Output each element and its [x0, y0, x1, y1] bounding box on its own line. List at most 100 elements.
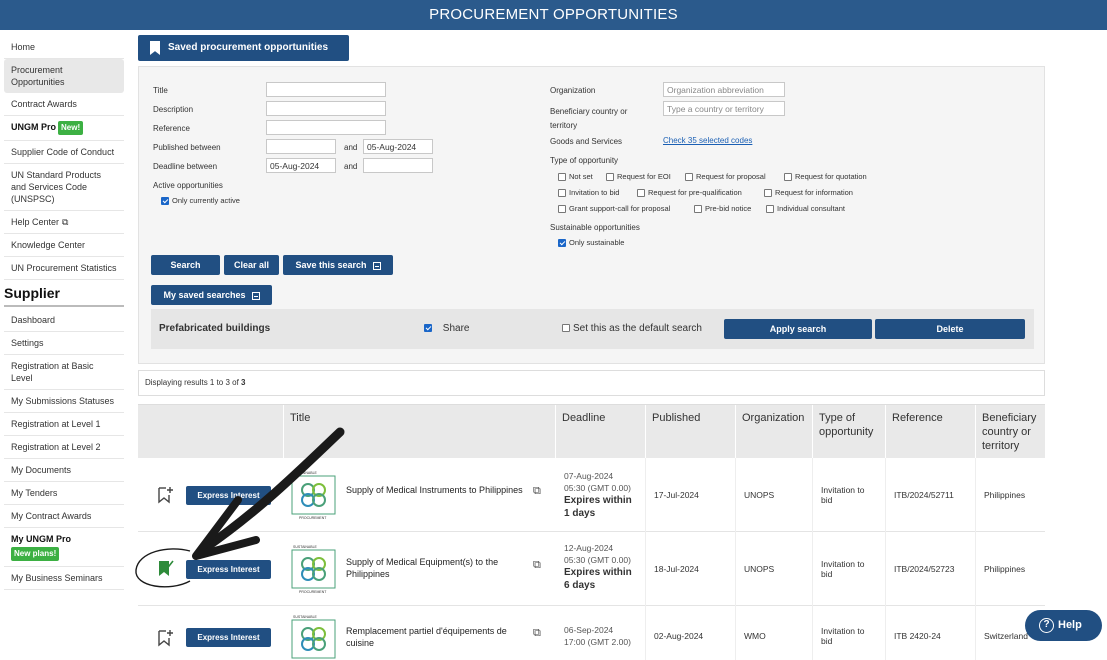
saved-search-row: Prefabricated buildings Share Set this a…: [151, 309, 1034, 349]
sidebar-item-contract-awards[interactable]: Contract Awards: [4, 93, 124, 116]
type-option[interactable]: Request for quotation: [784, 172, 867, 182]
organization-cell: WMO: [735, 606, 812, 660]
sidebar-item-label: UN Procurement Statistics: [11, 263, 117, 273]
type-option[interactable]: Pre-bid notice: [694, 204, 751, 214]
sidebar-item-dashboard[interactable]: Dashboard: [4, 309, 124, 332]
reference-cell: ITB/2024/52723: [885, 532, 975, 606]
checkbox-checked-icon: [161, 197, 169, 206]
published-cell: 02-Aug-2024: [645, 606, 735, 660]
sidebar-item-settings[interactable]: Settings: [4, 332, 124, 355]
deadline-date: 07-Aug-2024: [564, 471, 614, 481]
type-option[interactable]: Individual consultant: [766, 204, 845, 214]
question-icon: ?: [1039, 618, 1054, 633]
sidebar-item-procurement-opportunities[interactable]: Procurement Opportunities: [4, 59, 124, 93]
checkbox-icon: [558, 173, 566, 182]
type-option[interactable]: Request for pre-qualification: [637, 188, 742, 198]
type-option-label: Request for pre-qualification: [648, 188, 742, 197]
type-option[interactable]: Request for EOI: [606, 172, 671, 182]
sidebar-item-ungm-pro[interactable]: UNGM Pro New!: [4, 116, 124, 141]
opportunity-title-link[interactable]: Supply of Medical Equipment(s) to the Ph…: [346, 556, 526, 580]
title-input[interactable]: [266, 82, 386, 97]
sidebar-item-label: My Tenders: [11, 488, 58, 498]
sidebar-item-contract-awards-mine[interactable]: My Contract Awards: [4, 505, 124, 528]
column-type[interactable]: Type of opportunity: [812, 405, 885, 459]
sidebar-item-tenders[interactable]: My Tenders: [4, 482, 124, 505]
organization-label: Organization: [550, 86, 596, 95]
sidebar-item-business-seminars[interactable]: My Business Seminars: [4, 567, 124, 590]
external-link-icon[interactable]: ⧉: [533, 559, 541, 572]
saved-opportunities-button[interactable]: Saved procurement opportunities: [138, 35, 349, 61]
type-option[interactable]: Not set: [558, 172, 593, 182]
column-country[interactable]: Beneficiary country or territory: [975, 405, 1045, 459]
column-reference[interactable]: Reference: [885, 405, 975, 459]
sidebar-item-knowledge-center[interactable]: Knowledge Center: [4, 234, 124, 257]
sidebar-item-submissions[interactable]: My Submissions Statuses: [4, 390, 124, 413]
opportunity-title-link[interactable]: Remplacement partiel d'équipements de cu…: [346, 625, 526, 649]
organization-input[interactable]: Organization abbreviation: [663, 82, 785, 97]
sidebar-item-label: My Documents: [11, 465, 72, 475]
column-published[interactable]: Published: [645, 405, 735, 459]
sidebar-item-help-center[interactable]: Help Center ⧉: [4, 211, 124, 234]
checkbox-icon: [784, 173, 792, 182]
checkbox-icon: [558, 205, 566, 214]
sidebar-item-my-ungm-pro[interactable]: My UNGM Pro New plans!: [4, 528, 124, 567]
deadline-from-input[interactable]: 05-Aug-2024: [266, 158, 336, 173]
express-interest-button[interactable]: Express Interest: [186, 628, 271, 647]
goods-codes-link[interactable]: Check 35 selected codes: [663, 136, 752, 145]
express-interest-button[interactable]: Express Interest: [186, 486, 271, 505]
external-link-icon[interactable]: ⧉: [533, 485, 541, 498]
published-to-input[interactable]: 05-Aug-2024: [363, 139, 433, 154]
reference-label: Reference: [153, 124, 190, 133]
description-input[interactable]: [266, 101, 386, 116]
table-row: Express Interest SUSTAINABLE PROCUREMENT …: [138, 532, 1045, 606]
help-button[interactable]: ? Help: [1025, 610, 1102, 641]
only-sustainable-checkbox[interactable]: Only sustainable: [558, 238, 624, 248]
sidebar-item-registration-basic[interactable]: Registration at Basic Level: [4, 355, 124, 390]
only-active-checkbox[interactable]: Only currently active: [161, 196, 240, 206]
deadline-to-input[interactable]: [363, 158, 433, 173]
sidebar-item-registration-l1[interactable]: Registration at Level 1: [4, 413, 124, 436]
sidebar-item-supplier-code[interactable]: Supplier Code of Conduct: [4, 141, 124, 164]
sidebar-item-statistics[interactable]: UN Procurement Statistics: [4, 257, 124, 280]
column-deadline[interactable]: Deadline: [555, 405, 645, 459]
reference-input[interactable]: [266, 120, 386, 135]
delete-button[interactable]: Delete: [875, 319, 1025, 339]
type-option[interactable]: Request for proposal: [685, 172, 766, 182]
sidebar-item-documents[interactable]: My Documents: [4, 459, 124, 482]
sidebar-item-unspsc[interactable]: UN Standard Products and Services Code (…: [4, 164, 124, 211]
saved-bookmark-icon[interactable]: [158, 559, 174, 577]
apply-search-button[interactable]: Apply search: [724, 319, 872, 339]
deadline-time: 05:30 (GMT 0.00): [564, 555, 631, 565]
sidebar-item-label: Dashboard: [11, 315, 56, 325]
published-from-input[interactable]: [266, 139, 336, 154]
type-option[interactable]: Request for information: [764, 188, 853, 198]
type-option-label: Not set: [569, 172, 593, 181]
search-button[interactable]: Search: [151, 255, 220, 275]
save-search-button[interactable]: Save this search: [283, 255, 393, 275]
sidebar-item-home[interactable]: Home: [4, 36, 124, 59]
new-badge: New!: [58, 121, 84, 135]
save-bookmark-icon[interactable]: [158, 486, 174, 504]
organization-cell: UNOPS: [735, 458, 812, 532]
clear-all-button[interactable]: Clear all: [224, 255, 279, 275]
save-bookmark-icon[interactable]: [158, 629, 174, 647]
column-title[interactable]: Title: [283, 405, 555, 459]
sidebar-item-label: Settings: [11, 338, 44, 348]
svg-text:SUSTAINABLE: SUSTAINABLE: [293, 615, 318, 619]
type-option-label: Grant support-call for proposal: [569, 204, 671, 213]
column-organization[interactable]: Organization: [735, 405, 812, 459]
default-search-checkbox[interactable]: Set this as the default search: [562, 323, 702, 334]
type-option[interactable]: Grant support-call for proposal: [558, 204, 671, 214]
sustainable-procurement-logo: SUSTAINABLE PROCUREMENT: [291, 470, 337, 520]
express-interest-button[interactable]: Express Interest: [186, 560, 271, 579]
deadline-time: 05:30 (GMT 0.00): [564, 483, 631, 493]
sidebar-item-registration-l2[interactable]: Registration at Level 2: [4, 436, 124, 459]
beneficiary-input[interactable]: Type a country or territory: [663, 101, 785, 116]
type-option[interactable]: Invitation to bid: [558, 188, 619, 198]
opportunity-title-link[interactable]: Supply of Medical Instruments to Philipp…: [346, 484, 526, 496]
external-link-icon[interactable]: ⧉: [533, 627, 541, 640]
saved-search-name: Prefabricated buildings: [159, 323, 271, 334]
expires-text: Expires within 6 days: [564, 567, 632, 591]
my-saved-searches-button[interactable]: My saved searches: [151, 285, 272, 305]
share-checkbox[interactable]: Share: [424, 323, 469, 334]
